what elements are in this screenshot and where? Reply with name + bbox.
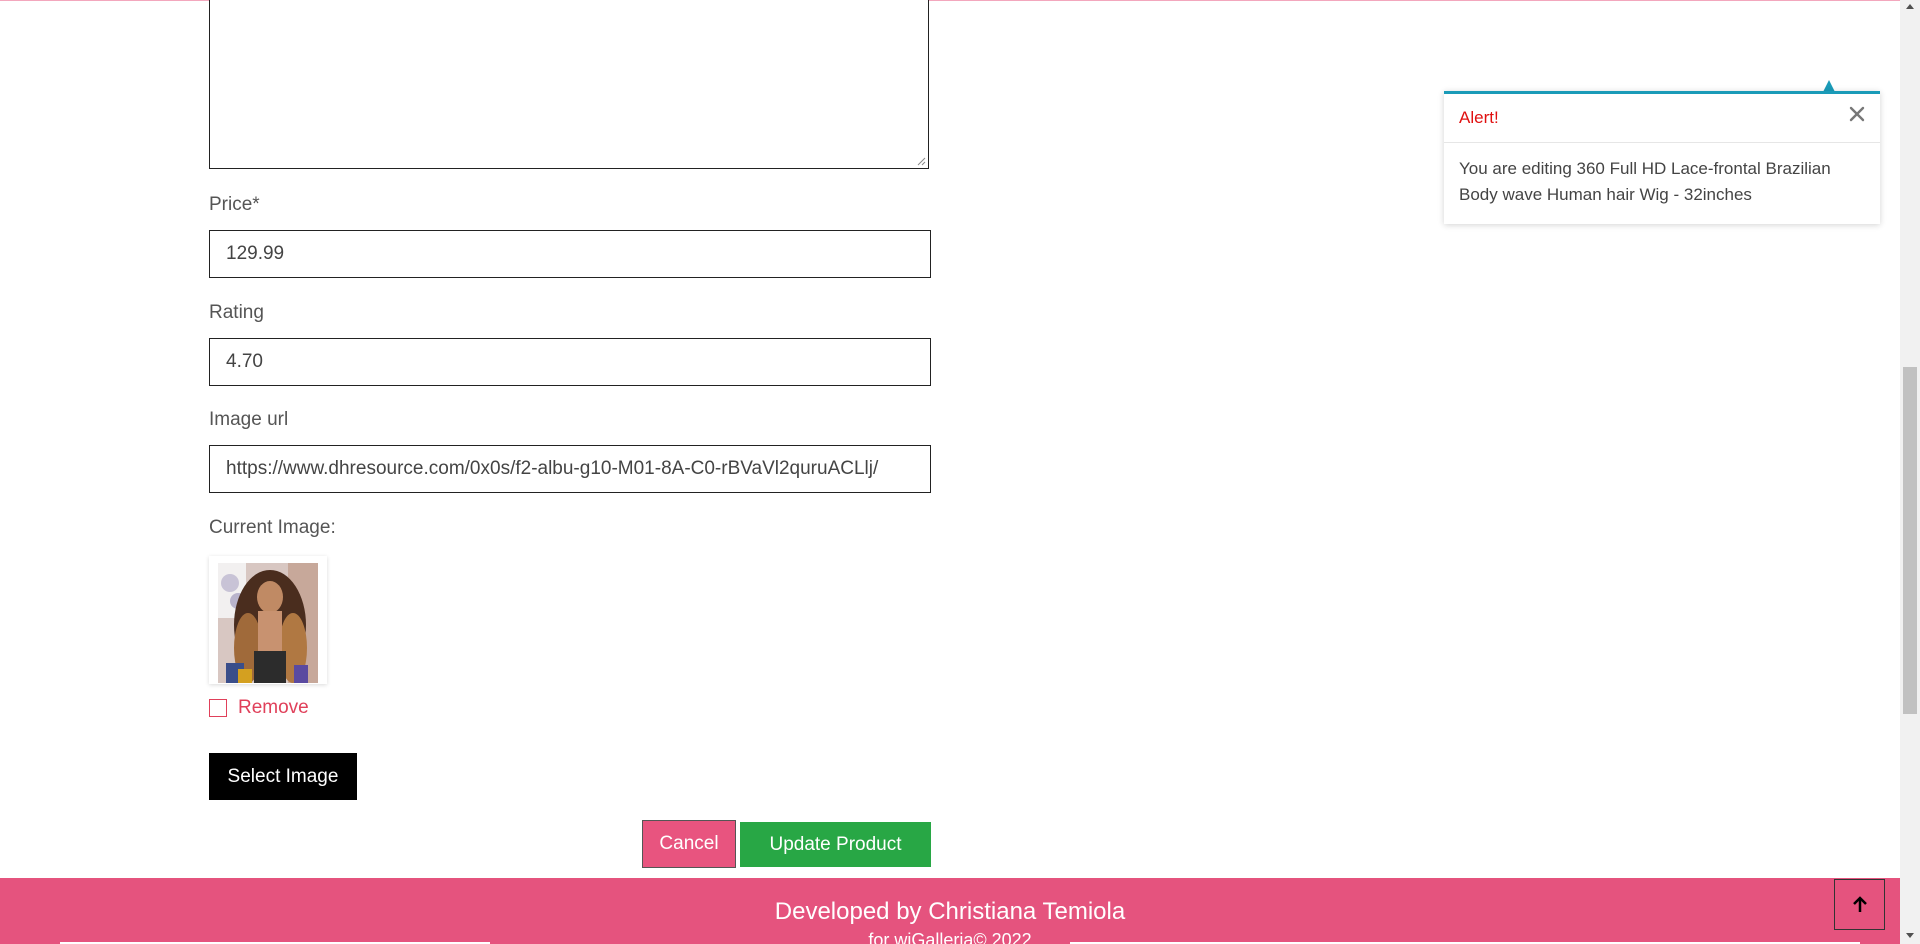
scrollbar-thumb[interactable] xyxy=(1903,367,1917,714)
page-scrollbar[interactable] xyxy=(1900,0,1920,944)
footer: Developed by Christiana Temiola for wiGa… xyxy=(0,878,1900,944)
select-image-button[interactable]: Select Image xyxy=(209,753,357,800)
current-image-thumbnail xyxy=(218,563,318,683)
toast-message: You are editing 360 Full HD Lace-frontal… xyxy=(1459,159,1831,204)
toast-title: Alert! xyxy=(1459,108,1499,127)
toast-header: Alert! xyxy=(1444,94,1880,143)
scroll-down-icon[interactable] xyxy=(1906,933,1914,938)
alert-toast: Alert! You are editing 360 Full HD Lace-… xyxy=(1444,91,1880,224)
remove-checkbox[interactable] xyxy=(209,699,227,717)
arrow-up-icon xyxy=(1852,895,1867,912)
scroll-up-icon[interactable] xyxy=(1906,4,1914,9)
price-label: Price* xyxy=(209,194,260,215)
close-icon[interactable] xyxy=(1848,105,1866,123)
current-image-frame xyxy=(209,556,327,684)
footer-developer-text: Developed by Christiana Temiola xyxy=(774,898,1126,925)
image-url-label: Image url xyxy=(209,409,289,430)
description-textarea[interactable] xyxy=(209,0,929,169)
cancel-button[interactable]: Cancel xyxy=(642,820,736,868)
back-to-top-button[interactable] xyxy=(1834,879,1885,930)
rating-input[interactable] xyxy=(209,338,931,386)
update-product-button[interactable]: Update Product xyxy=(740,822,931,867)
page: Price* Rating Image url Current Image: xyxy=(0,0,1920,944)
current-image-label: Current Image: xyxy=(209,517,336,538)
remove-label: Remove xyxy=(238,697,309,718)
remove-image-option[interactable]: Remove xyxy=(209,696,309,720)
rating-label: Rating xyxy=(209,302,264,323)
image-url-input[interactable] xyxy=(209,445,931,493)
price-input[interactable] xyxy=(209,230,931,278)
